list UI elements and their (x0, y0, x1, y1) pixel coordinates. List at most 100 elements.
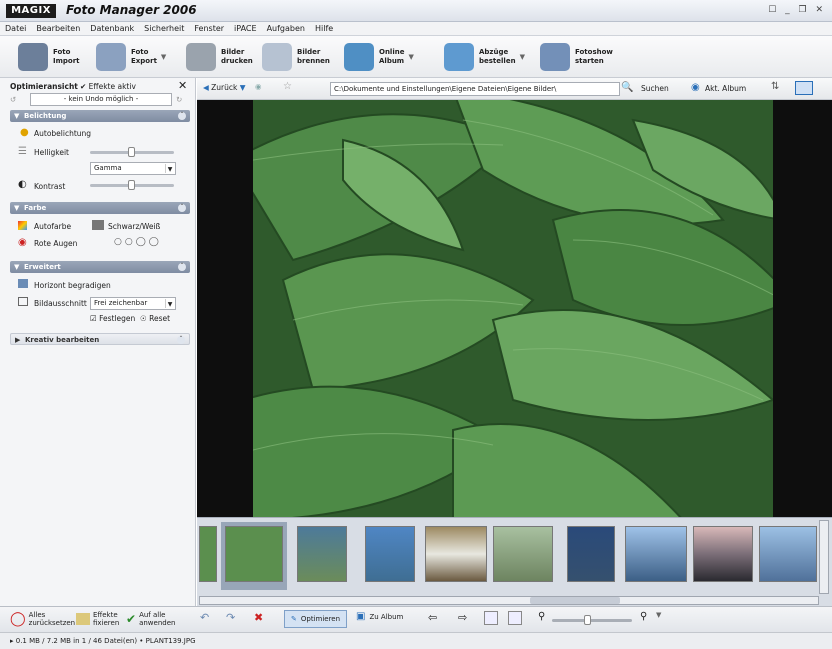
auf-alle-anwenden-button[interactable]: ✔ Auf alle anwenden (126, 611, 179, 627)
menu-fenster[interactable]: Fenster (189, 22, 229, 36)
zu-album-button[interactable]: ▣ Zu Album (356, 611, 403, 622)
bildausschnitt-label: Bildausschnitt (34, 299, 87, 308)
thumbnail[interactable] (225, 526, 283, 582)
filmstrip-horizontal-scrollbar[interactable] (199, 596, 819, 605)
back-button[interactable]: ◀ Zurück ▼ (203, 83, 246, 92)
kontrast-slider[interactable] (90, 180, 174, 190)
optimize-panel: Optimieransicht ✔ Effekte aktiv ✕ ↺ - ke… (0, 78, 196, 606)
close-icon[interactable]: ✕ (178, 79, 187, 92)
previous-arrow-icon[interactable]: ⇦ (428, 611, 437, 624)
favorites-icon[interactable]: ☆ (283, 81, 292, 92)
section-erweitert[interactable]: ▼ Erweitert ˆ (10, 261, 190, 273)
magix-logo: MAGIX (6, 4, 56, 18)
abzuege-bestellen-button[interactable]: Abzüge bestellen ▼ (444, 41, 525, 73)
bw-icon (92, 220, 104, 230)
gamma-select[interactable]: Gamma ▼ (90, 162, 176, 175)
menu-sicherheit[interactable]: Sicherheit (139, 22, 189, 36)
bilder-drucken-button[interactable]: Bilder drucken (186, 41, 253, 73)
alles-zuruecksetzen-button[interactable]: ◯ Alles zurücksetzen (10, 611, 75, 627)
apply-all-icon: ✔ (126, 612, 137, 626)
helligkeit-slider[interactable] (90, 147, 174, 157)
horizont-button[interactable]: Horizont begradigen (34, 281, 111, 290)
next-arrow-icon[interactable]: ⇨ (458, 611, 467, 624)
eye-icon: ◉ (18, 237, 27, 248)
thumbnail[interactable] (567, 526, 615, 582)
autofarbe-button[interactable]: Autofarbe (34, 222, 71, 231)
optimize-icon: ✎ (291, 615, 297, 623)
slideshow-icon (540, 43, 570, 71)
status-text: 0.1 MB / 7.2 MB in 1 / 46 Datei(en) • PL… (15, 637, 196, 645)
thumbnail[interactable] (493, 526, 553, 582)
main-photo[interactable] (253, 100, 773, 517)
reset-icon: ◯ (10, 611, 26, 627)
ausschnitt-select[interactable]: Frei zeichenbar ▼ (90, 297, 176, 310)
foto-export-button[interactable]: Foto Export ▼ (96, 41, 166, 73)
red-eye-size-options[interactable]: ○○◯◯ (114, 237, 162, 247)
menu-datenbank[interactable]: Datenbank (85, 22, 139, 36)
suchen-button[interactable]: Suchen (641, 84, 669, 93)
thumbnail[interactable] (365, 526, 415, 582)
view-grid-icon[interactable] (484, 611, 498, 625)
zoom-slider[interactable] (552, 615, 632, 625)
brightness-icon: ☰ (18, 146, 27, 157)
rote-augen-button[interactable]: Rote Augen (34, 239, 77, 248)
bottom-toolbar: ◯ Alles zurücksetzen Effekte fixieren ✔ Au… (0, 606, 832, 632)
thumbnail[interactable] (759, 526, 817, 582)
bulb-icon: ● (20, 127, 29, 138)
kontrast-label: Kontrast (34, 182, 66, 191)
zoom-out-icon[interactable]: ⚲ (538, 611, 545, 622)
online-album-button[interactable]: Online Album ▼ (344, 41, 414, 73)
section-farbe[interactable]: ▼ Farbe ˆ (10, 202, 190, 214)
menu-ipace[interactable]: iPACE (229, 22, 262, 36)
fotoshow-starten-button[interactable]: Fotoshow starten (540, 41, 613, 73)
thumbnail[interactable] (199, 526, 217, 582)
menu-hilfe[interactable]: Hilfe (310, 22, 338, 36)
crop-icon (18, 297, 28, 306)
filmstrip (197, 517, 832, 607)
menu-datei[interactable]: Datei (0, 22, 31, 36)
window-controls[interactable]: ☐ _ ❐ ✕ (768, 5, 826, 15)
redo-icon[interactable]: ↻ (176, 95, 182, 104)
menu-aufgaben[interactable]: Aufgaben (262, 22, 310, 36)
zoom-in-icon[interactable]: ⚲ (640, 611, 647, 622)
panel-header: Optimieransicht (10, 82, 78, 91)
reset-button[interactable]: ☉ Reset (140, 314, 170, 323)
foto-import-button[interactable]: Foto Import (18, 41, 80, 73)
scroll-thumb[interactable] (530, 597, 620, 604)
album-icon: ▣ (356, 611, 366, 622)
thumbnail[interactable] (625, 526, 687, 582)
fix-icon (76, 613, 90, 625)
festlegen-button[interactable]: ☑ Festlegen (90, 314, 135, 323)
effekte-fixieren-button[interactable]: Effekte fixieren (76, 611, 127, 627)
bilder-brennen-button[interactable]: Bilder brennen (262, 41, 330, 73)
schwarz-weiss-button[interactable]: Schwarz/Weiß (108, 222, 160, 231)
section-kreativ[interactable]: ▶ Kreativ bearbeiten ˇ (10, 333, 190, 345)
rotate-right-icon[interactable]: ↷ (226, 611, 235, 624)
view-mode-button[interactable] (795, 81, 813, 95)
zoom-dropdown-icon[interactable]: ▼ (656, 611, 661, 619)
forward-icon[interactable]: ◉ (255, 82, 262, 91)
filmstrip-vertical-scrollbar[interactable] (819, 520, 829, 594)
sort-icon[interactable]: ⇅ (771, 81, 779, 92)
view-single-icon[interactable] (508, 611, 522, 625)
menu-bearbeiten[interactable]: Bearbeiten (31, 22, 85, 36)
app-title: Foto Manager 2006 (66, 3, 197, 17)
thumbnail[interactable] (425, 526, 487, 582)
undo-icon[interactable]: ↺ (10, 95, 16, 104)
horizon-icon (18, 279, 28, 288)
effects-active-toggle[interactable]: ✔ Effekte aktiv (80, 82, 136, 91)
optimieren-button[interactable]: ✎ Optimieren (284, 610, 348, 628)
path-field[interactable]: C:\Dokumente und Einstellungen\Eigene Da… (330, 82, 620, 96)
thumbnail[interactable] (297, 526, 347, 582)
thumbnail[interactable] (693, 526, 753, 582)
rotate-left-icon[interactable]: ↶ (200, 611, 209, 624)
printer-icon (186, 43, 216, 71)
title-bar: MAGIX Foto Manager 2006 ☐ _ ❐ ✕ (0, 0, 832, 22)
autobelichtung-button[interactable]: Autobelichtung (34, 129, 91, 138)
delete-icon[interactable]: ✖ (254, 611, 263, 624)
section-belichtung[interactable]: ▼ Belichtung ˆ (10, 110, 190, 122)
akt-album-button[interactable]: Akt. Album (705, 84, 746, 93)
globe-print-icon (444, 43, 474, 71)
export-icon (96, 43, 126, 71)
search-icon[interactable]: 🔍 (621, 82, 633, 93)
